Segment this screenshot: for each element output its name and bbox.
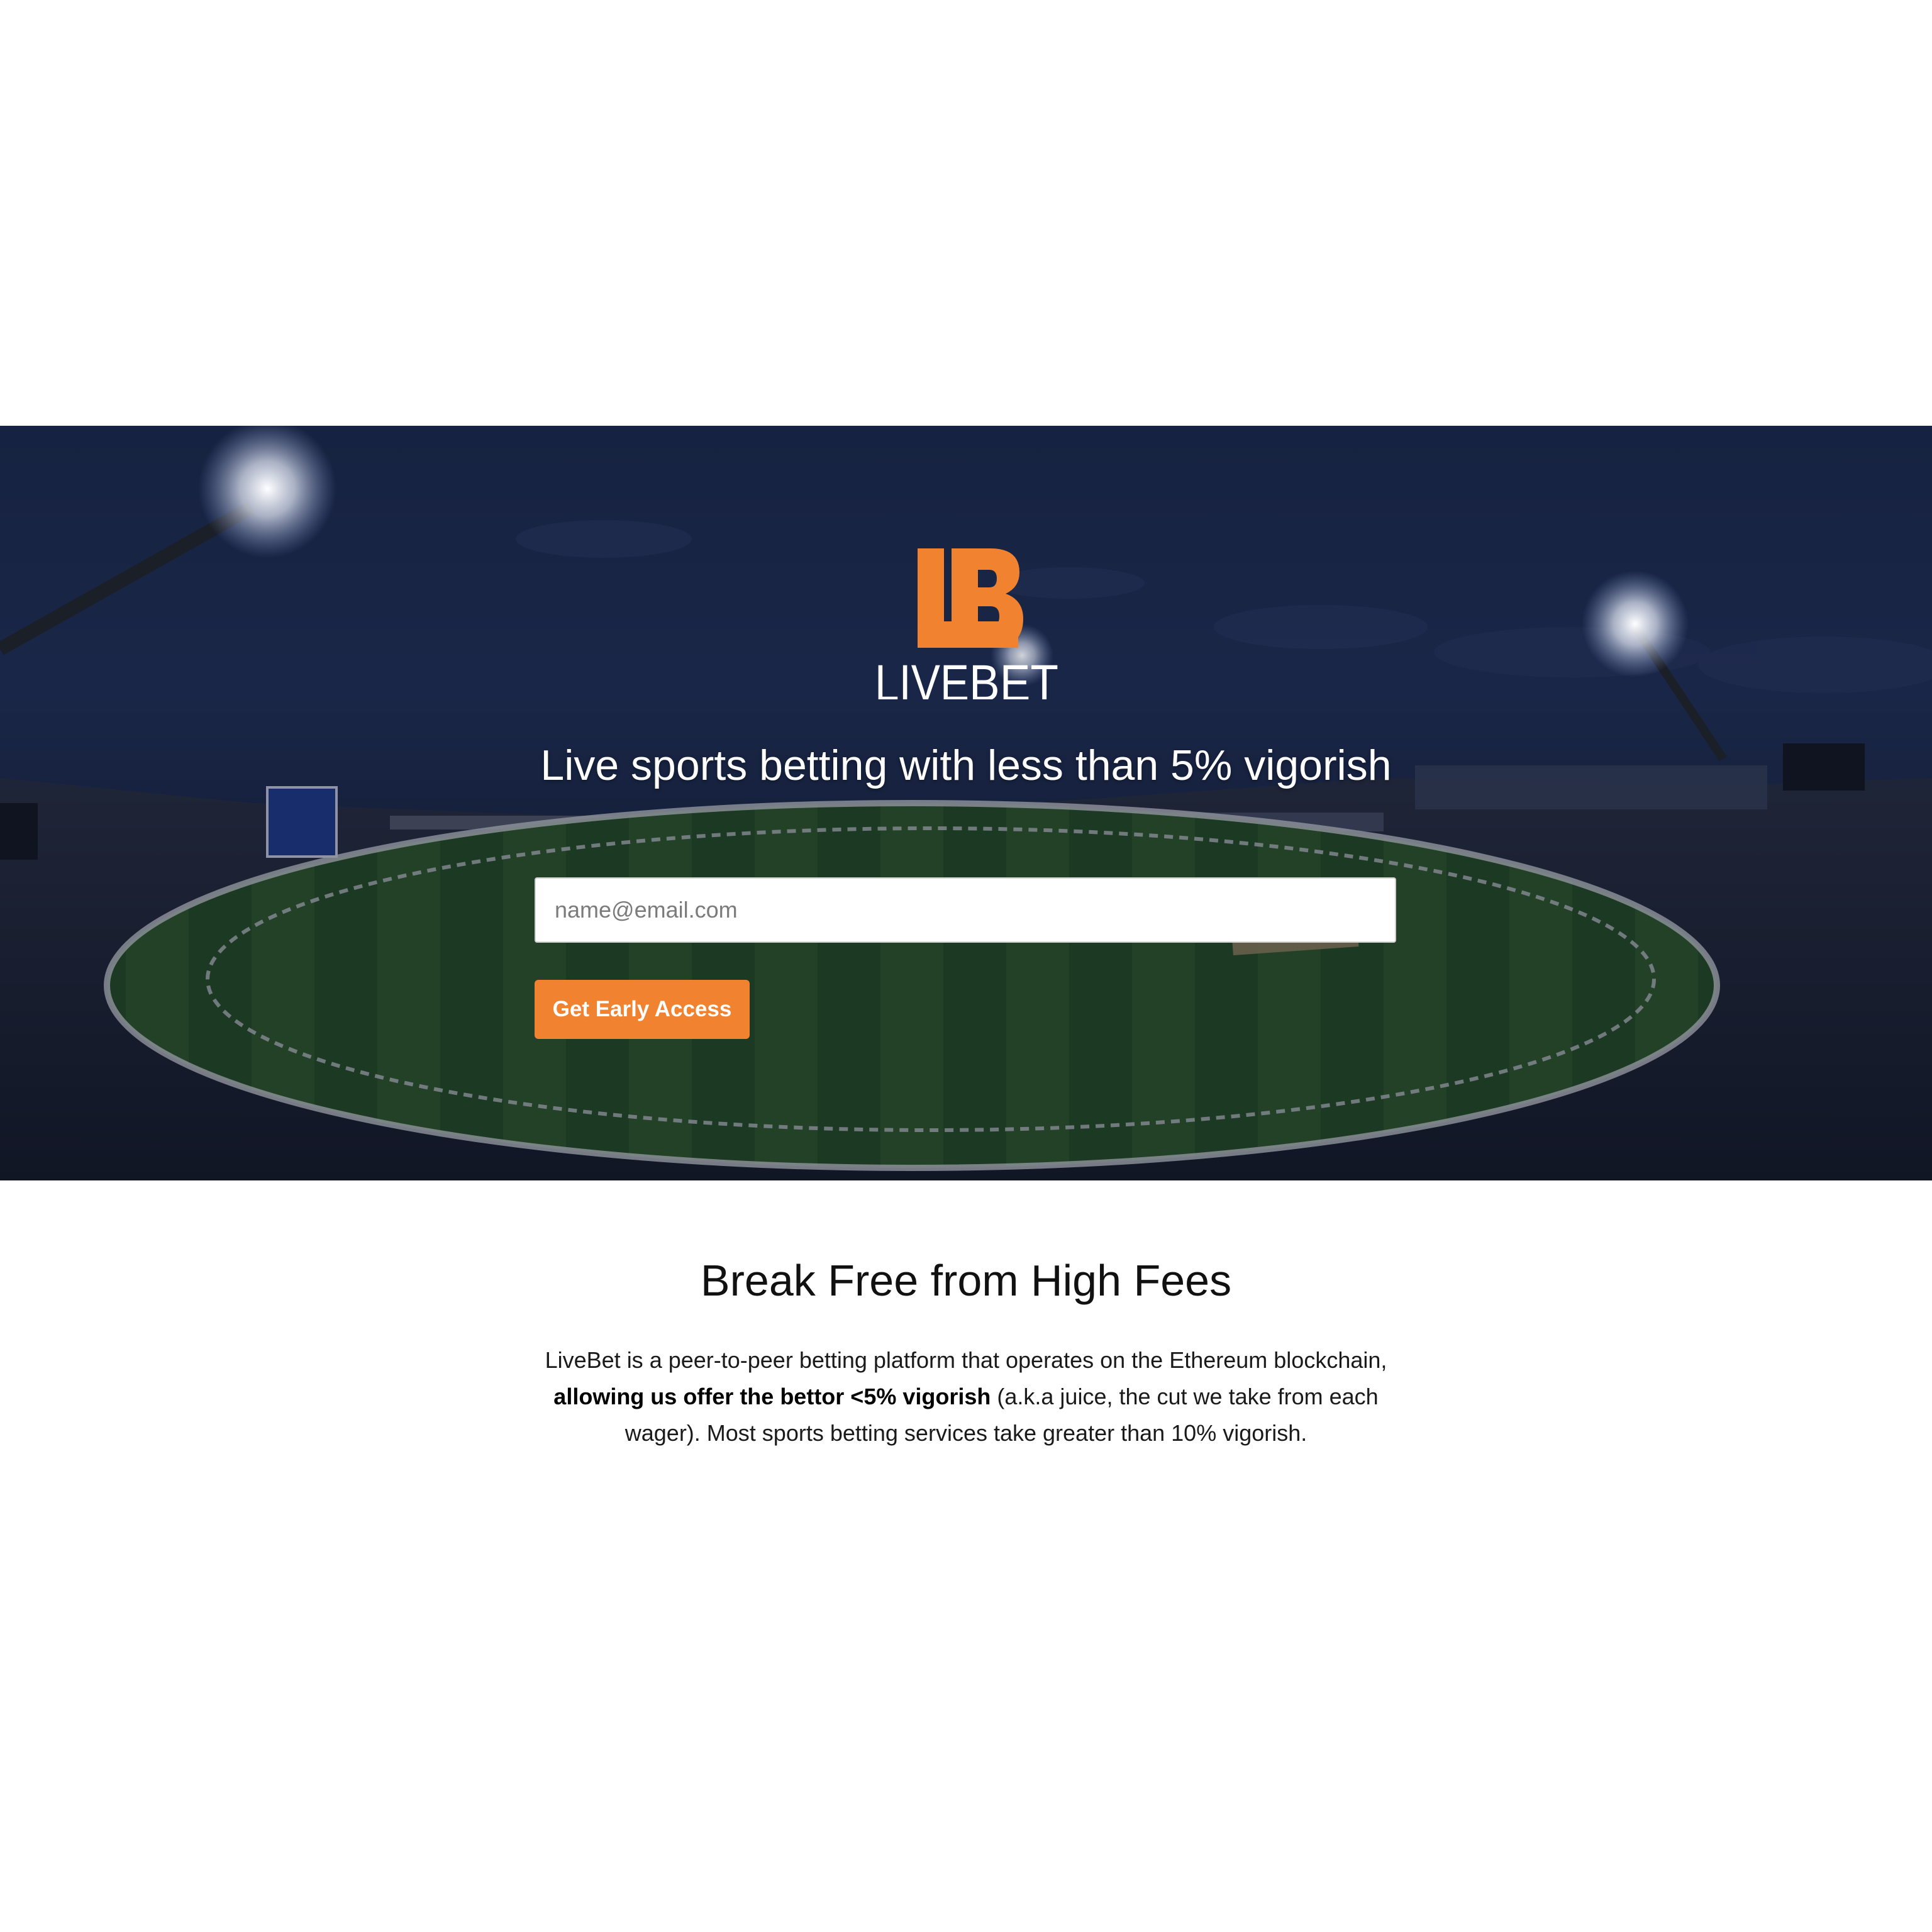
hero-section: LIVE BET Live sports betting with less t… — [0, 426, 1932, 1180]
email-input[interactable] — [535, 877, 1396, 943]
logo-wordmark-live: LIVE — [875, 655, 969, 699]
section-title: Break Free from High Fees — [700, 1256, 1232, 1305]
get-early-access-button[interactable]: Get Early Access — [535, 980, 750, 1039]
livebet-logo: LIVE BET — [875, 548, 1058, 699]
lb-monogram-icon — [918, 548, 1023, 648]
body-text-bold: allowing us offer the bettor <5% vigoris… — [553, 1384, 991, 1409]
body-text-part1: LiveBet is a peer-to-peer betting platfo… — [545, 1347, 1387, 1373]
section-body: LiveBet is a peer-to-peer betting platfo… — [526, 1342, 1406, 1452]
landing-page: LIVE BET Live sports betting with less t… — [0, 0, 1932, 1932]
stadium-background-image — [0, 426, 1932, 1180]
hero-headline: Live sports betting with less than 5% vi… — [540, 741, 1392, 789]
logo-wordmark-bet: BET — [969, 655, 1058, 699]
